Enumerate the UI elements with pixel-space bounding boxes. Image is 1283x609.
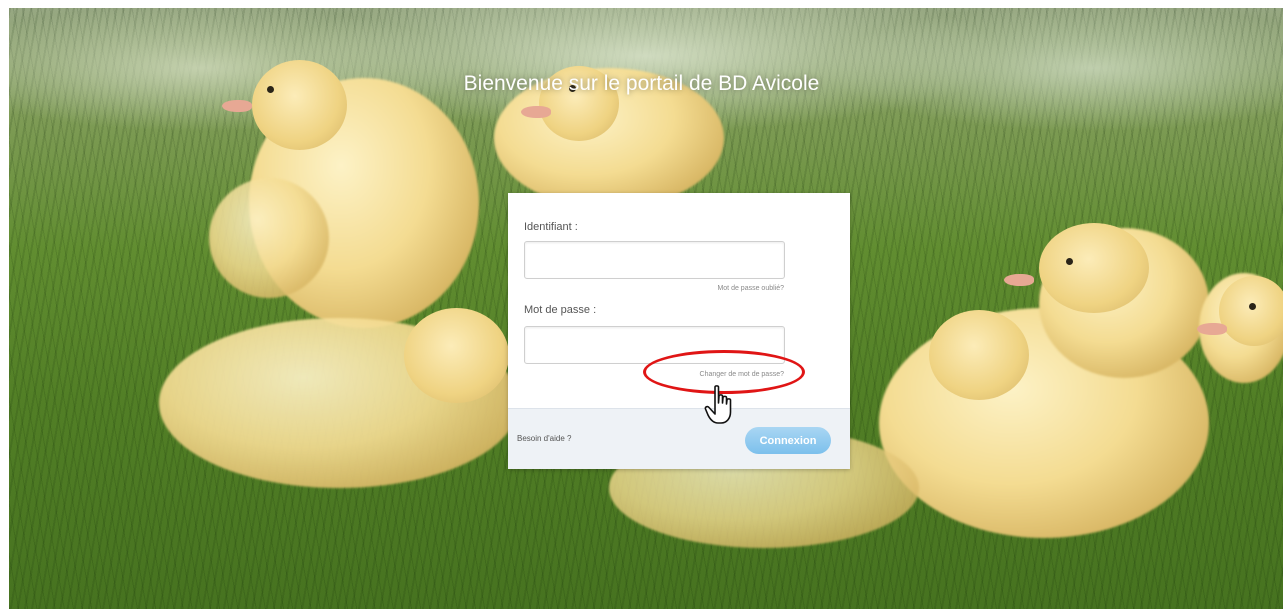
duckling-eye-image bbox=[1066, 258, 1073, 265]
duckling-beak-image bbox=[521, 106, 551, 118]
hand-pointer-icon bbox=[704, 385, 732, 424]
password-label: Mot de passe : bbox=[524, 304, 597, 316]
duckling-head-image bbox=[404, 308, 509, 403]
change-password-link[interactable]: Changer de mot de passe? bbox=[700, 371, 784, 378]
duckling-beak-image bbox=[222, 100, 252, 112]
connect-button[interactable]: Connexion bbox=[745, 427, 831, 454]
login-footer: Besoin d'aide ? Connexion bbox=[508, 408, 850, 469]
duckling-beak-image bbox=[1197, 323, 1227, 335]
login-page: Bienvenue sur le portail de BD Avicole I… bbox=[0, 0, 1283, 609]
username-input[interactable] bbox=[524, 241, 785, 279]
duckling-beak-image bbox=[1004, 274, 1034, 286]
username-label: Identifiant : bbox=[524, 221, 578, 233]
help-link[interactable]: Besoin d'aide ? bbox=[517, 434, 571, 443]
duckling-head-image bbox=[929, 310, 1029, 400]
duckling-head-image bbox=[1039, 223, 1149, 313]
welcome-title: Bienvenue sur le portail de BD Avicole bbox=[463, 72, 820, 95]
password-input[interactable] bbox=[524, 326, 785, 364]
login-form: Identifiant : Mot de passe oublié? Mot d… bbox=[508, 193, 850, 469]
forgot-password-link[interactable]: Mot de passe oublié? bbox=[717, 285, 784, 292]
duckling-image bbox=[209, 178, 329, 298]
duckling-head-image bbox=[1219, 276, 1283, 346]
duckling-eye-image bbox=[1249, 303, 1256, 310]
